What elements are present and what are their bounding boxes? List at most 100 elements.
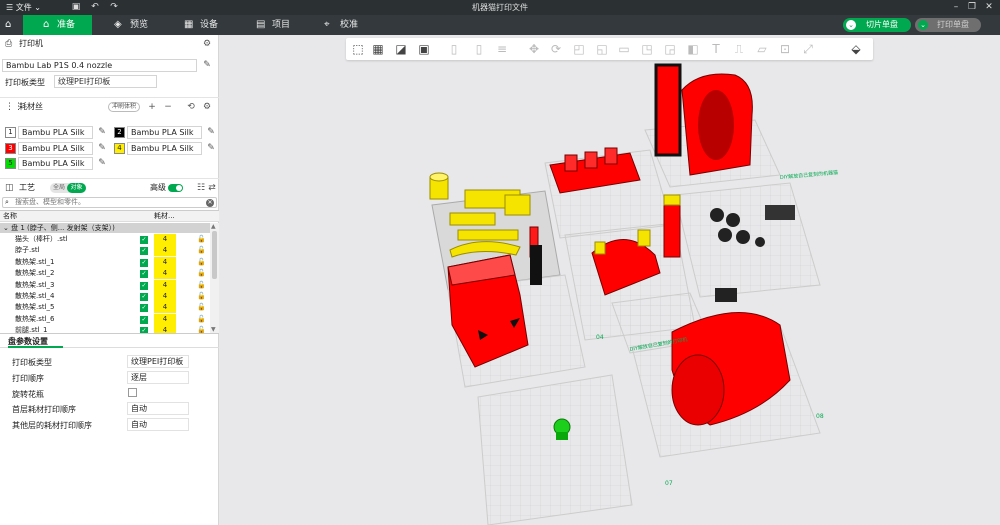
model-part[interactable] [663,194,681,206]
filament-index[interactable]: 4 [154,279,176,291]
filament-index[interactable]: 4 [154,256,176,268]
filament-color-swatch[interactable]: 4 [114,143,125,154]
filament-settings-icon[interactable]: ⚙ [202,102,212,112]
edit-icon[interactable]: ✎ [97,143,107,153]
build-plate[interactable] [477,374,633,525]
tab-calibrate[interactable]: ⌖ 校准 [320,15,380,35]
model-part[interactable] [449,212,496,226]
object-option[interactable]: 对象 [67,183,86,193]
lock-icon[interactable]: 🔓 [197,280,206,291]
filament-index[interactable]: 4 [154,302,176,314]
tree-plate-row[interactable]: ⌄ 盘 1 (脖子、侧... 发射架（支架）) [0,223,210,233]
visible-checkbox[interactable]: ✓ [140,236,148,244]
visible-checkbox[interactable]: ✓ [140,247,148,256]
model-wheel[interactable] [718,228,732,242]
sync-icon[interactable]: ⟲ [186,102,196,112]
printer-settings-icon[interactable]: ⚙ [202,39,212,49]
filament-index[interactable]: 4 [154,313,176,325]
visible-checkbox[interactable]: ✓ [140,304,148,313]
close-icon[interactable]: ✕ [983,1,995,13]
filament-color-swatch[interactable]: 5 [5,158,16,169]
flush-volume-button[interactable]: 冲刷体积 [108,102,140,112]
minimize-icon[interactable]: – [950,1,962,13]
model-part[interactable] [594,241,606,255]
model-wheel[interactable] [755,237,765,247]
filament-index[interactable]: 4 [154,268,176,280]
print-plate-button[interactable]: ⌄ 打印单盘 [915,18,981,32]
global-option[interactable]: 全局 [53,183,65,193]
plate-type-select[interactable]: 纹理PEI打印板 [54,75,157,88]
filament-preset-select[interactable]: Bambu PLA Silk [18,142,93,155]
col-name[interactable]: 名称 [3,211,17,222]
model-part[interactable] [504,194,531,216]
tree-object-row[interactable]: 散热架.stl_5 ✓ 4 🔓 [0,302,210,314]
search-box[interactable]: ⌕ 搜索盘、模型和零件。 ✕ [2,197,217,208]
model-part[interactable] [530,245,542,285]
model-wheel[interactable] [726,213,740,227]
visible-checkbox[interactable]: ✓ [140,281,148,290]
model-part[interactable] [715,288,737,302]
model-part[interactable] [671,354,725,426]
edit-icon[interactable]: ✎ [206,127,216,137]
model-part[interactable] [654,63,682,157]
lock-icon[interactable]: 🔓 [197,234,206,245]
expand-chevron-icon[interactable]: ⌄ [3,224,11,232]
visible-checkbox[interactable]: ✓ [140,293,148,301]
scroll-down-icon[interactable]: ▼ [211,326,216,333]
tree-object-row[interactable]: 散热架.stl_4 ✓ 4 🔓 [0,291,210,302]
filament-index[interactable]: 4 [154,291,176,302]
filament-color-swatch[interactable]: 2 [114,127,125,138]
clear-search-icon[interactable]: ✕ [206,199,214,207]
model-part[interactable] [429,172,449,182]
visible-checkbox[interactable]: ✓ [140,270,148,279]
model-part[interactable] [457,229,519,241]
first-layer-order-setting[interactable]: 自动 [127,402,189,415]
edit-icon[interactable]: ✎ [97,158,107,168]
tab-device[interactable]: ▦ 设备 [180,15,240,35]
visible-checkbox[interactable]: ✓ [140,327,148,333]
filament-index[interactable]: 4 [154,245,176,257]
visible-checkbox[interactable]: ✓ [140,258,148,267]
model-part[interactable] [765,205,795,220]
tree-object-row[interactable]: 散热架.stl_3 ✓ 4 🔓 [0,279,210,291]
tree-object-row[interactable]: 散热架.stl_6 ✓ 4 🔓 [0,313,210,325]
model-part[interactable] [556,432,568,440]
model-part[interactable] [698,90,734,160]
model-part[interactable] [564,154,578,172]
lock-icon[interactable]: 🔓 [197,302,206,313]
model-part[interactable] [637,229,651,247]
tab-project[interactable]: ▤ 项目 [252,15,312,35]
filament-color-swatch[interactable]: 1 [5,127,16,138]
tab-prepare[interactable]: ⌂ 准备 [23,15,92,35]
chevron-down-icon[interactable]: ⌄ [918,20,928,30]
add-filament-icon[interactable]: + [147,102,157,112]
lock-icon[interactable]: 🔓 [197,245,206,256]
visible-checkbox[interactable]: ✓ [140,315,148,324]
tree-object-row[interactable]: 猫头（棒杆）.stl ✓ 4 🔓 [0,234,210,245]
search-input[interactable]: 搜索盘、模型和零件。 [15,198,85,207]
filament-color-swatch[interactable]: 3 [5,143,16,154]
lock-icon[interactable]: 🔓 [197,325,206,333]
remove-filament-icon[interactable]: − [163,102,173,112]
tree-object-row[interactable]: 散热架.stl_2 ✓ 4 🔓 [0,268,210,280]
filament-preset-select[interactable]: Bambu PLA Silk [18,126,93,139]
filament-index[interactable]: 4 [154,234,176,245]
global-object-toggle[interactable]: 全局 对象 [50,183,86,193]
tab-preview[interactable]: ◈ 预览 [110,15,170,35]
slice-plate-button[interactable]: ⌄ 切片单盘 [843,18,911,32]
other-layer-order-setting[interactable]: 自动 [127,418,189,431]
compare-icon[interactable]: ⇄ [207,183,217,193]
lock-icon[interactable]: 🔓 [197,291,206,302]
advanced-toggle[interactable] [168,184,183,192]
edit-icon[interactable]: ✎ [97,127,107,137]
lock-icon[interactable]: 🔓 [197,314,206,325]
filament-preset-select[interactable]: Bambu PLA Silk [127,142,202,155]
edit-icon[interactable]: ✎ [206,143,216,153]
filament-index[interactable]: 4 [154,325,176,333]
home-button[interactable]: ⌂ [0,15,22,35]
filament-preset-select[interactable]: Bambu PLA Silk [18,157,93,170]
model-part[interactable] [663,196,681,258]
printer-preset-select[interactable]: Bambu Lab P1S 0.4 nozzle [2,59,197,72]
edit-icon[interactable]: ✎ [202,60,212,70]
filament-preset-select[interactable]: Bambu PLA Silk [127,126,202,139]
